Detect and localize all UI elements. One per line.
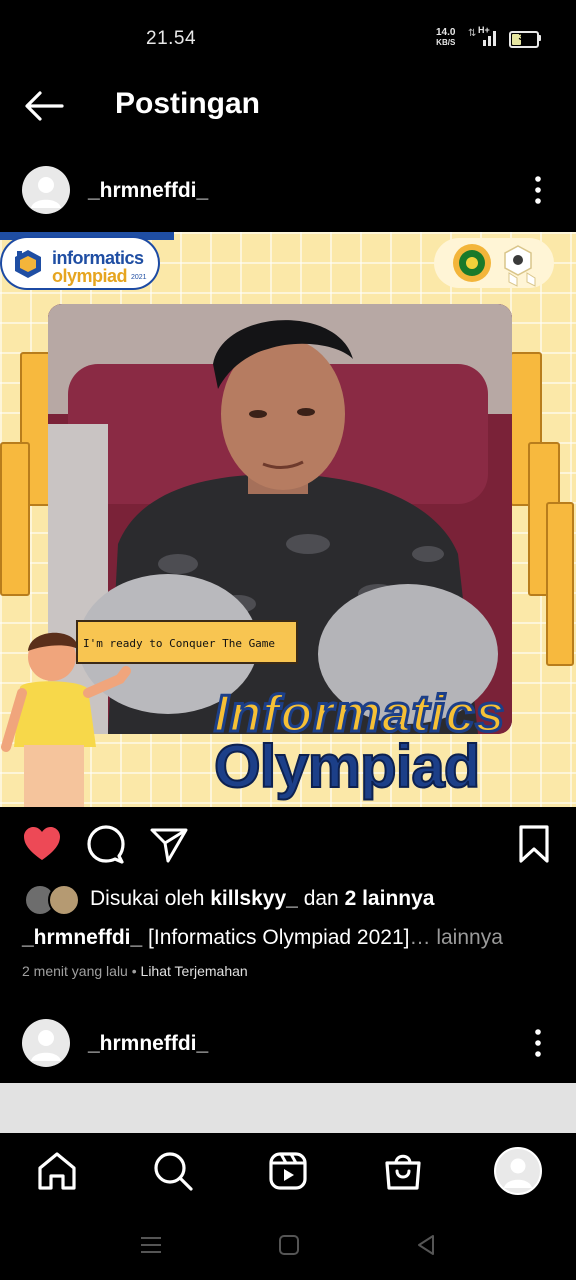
network-speed-unit: KB/S bbox=[436, 38, 456, 47]
avatar[interactable] bbox=[22, 1019, 70, 1067]
likes-prefix: Disukai oleh bbox=[90, 887, 205, 910]
avatar[interactable] bbox=[22, 166, 70, 214]
caption-more-link[interactable]: … lainnya bbox=[409, 926, 502, 949]
logo-line2: olympiad bbox=[52, 266, 128, 286]
comment-icon bbox=[87, 825, 125, 864]
comment-button[interactable] bbox=[85, 823, 127, 865]
menu-icon bbox=[141, 1237, 161, 1253]
more-vertical-icon bbox=[535, 1029, 541, 1057]
decor-bar bbox=[546, 502, 574, 666]
paper-plane-icon bbox=[150, 828, 188, 863]
arrow-left-icon bbox=[25, 91, 64, 121]
status-time: 21.54 bbox=[146, 28, 197, 49]
likes-user[interactable]: killskyy_ bbox=[210, 887, 298, 910]
nav-shop[interactable] bbox=[380, 1148, 426, 1194]
caption: _hrmneffdi_ [Informatics Olympiad 2021]…… bbox=[22, 926, 562, 950]
default-avatar-icon bbox=[31, 1030, 61, 1061]
more-vertical-icon bbox=[535, 176, 541, 204]
post-time: 2 menit yang lalu bbox=[22, 963, 128, 979]
shopping-bag-icon bbox=[385, 1154, 421, 1190]
translate-link[interactable]: Lihat Terjemahan bbox=[141, 963, 248, 979]
battery-nub bbox=[538, 35, 541, 41]
default-avatar-icon bbox=[31, 177, 61, 208]
signal-icon: H+ bbox=[478, 25, 500, 47]
bottom-nav bbox=[0, 1133, 576, 1211]
triangle-back-icon bbox=[418, 1235, 434, 1255]
more-options-button[interactable] bbox=[523, 175, 553, 205]
logo-mark-icon bbox=[15, 250, 41, 278]
save-button[interactable] bbox=[513, 823, 555, 865]
logo-year: 2021 bbox=[131, 274, 147, 281]
bookmark-icon bbox=[519, 825, 549, 863]
home-icon bbox=[38, 1152, 76, 1190]
image-headline-2: Olympiad bbox=[213, 732, 481, 801]
network-speed-value: 14.0 bbox=[436, 27, 456, 38]
vibrate-icon: ⇅ bbox=[468, 28, 477, 39]
profile-avatar-icon bbox=[504, 1158, 532, 1188]
next-post-image[interactable] bbox=[0, 1083, 576, 1133]
partner-logos bbox=[434, 238, 554, 288]
network-speed: 14.0 KB/S bbox=[436, 28, 455, 48]
more-options-button[interactable] bbox=[523, 1028, 553, 1058]
caption-text: [Informatics Olympiad 2021] bbox=[148, 926, 410, 949]
post-meta: 2 menit yang lalu • Lihat Terjemahan bbox=[22, 963, 248, 979]
likes-others[interactable]: 2 lainnya bbox=[345, 887, 435, 910]
system-nav bbox=[0, 1211, 576, 1280]
meta-separator: • bbox=[131, 963, 137, 979]
nav-home[interactable] bbox=[34, 1148, 80, 1194]
decor-bar bbox=[0, 442, 30, 596]
reels-icon bbox=[269, 1152, 307, 1190]
page-title: Postingan bbox=[115, 87, 261, 120]
liker-avatars[interactable] bbox=[24, 884, 80, 916]
back-button[interactable] bbox=[22, 88, 66, 124]
heart-icon bbox=[24, 827, 60, 860]
share-button[interactable] bbox=[148, 823, 190, 865]
search-icon bbox=[154, 1152, 193, 1191]
post-image[interactable]: informatics olympiad 2021 I'm ready to C… bbox=[0, 232, 576, 807]
next-post-username[interactable]: _hrmneffdi_ bbox=[88, 1032, 208, 1056]
nav-reels[interactable] bbox=[265, 1148, 311, 1194]
likes-joiner: dan bbox=[303, 887, 339, 910]
square-icon bbox=[279, 1235, 299, 1255]
battery-level: 39 bbox=[518, 32, 530, 43]
speech-text: I'm ready to Conquer The Game bbox=[83, 637, 276, 650]
likes-summary[interactable]: Disukai oleh killskyy_ dan 2 lainnya bbox=[90, 887, 434, 911]
post-username[interactable]: _hrmneffdi_ bbox=[88, 179, 208, 203]
olympiad-logo: informatics olympiad 2021 bbox=[2, 238, 158, 288]
back-nav-button[interactable] bbox=[414, 1233, 438, 1257]
like-button[interactable] bbox=[21, 823, 63, 865]
nav-search[interactable] bbox=[150, 1148, 196, 1194]
recents-button[interactable] bbox=[139, 1233, 163, 1257]
caption-username[interactable]: _hrmneffdi_ bbox=[22, 926, 142, 949]
battery-icon: 39 bbox=[509, 31, 539, 48]
nav-profile[interactable] bbox=[494, 1147, 542, 1195]
liker-avatar bbox=[48, 884, 80, 916]
home-button[interactable] bbox=[277, 1233, 301, 1257]
